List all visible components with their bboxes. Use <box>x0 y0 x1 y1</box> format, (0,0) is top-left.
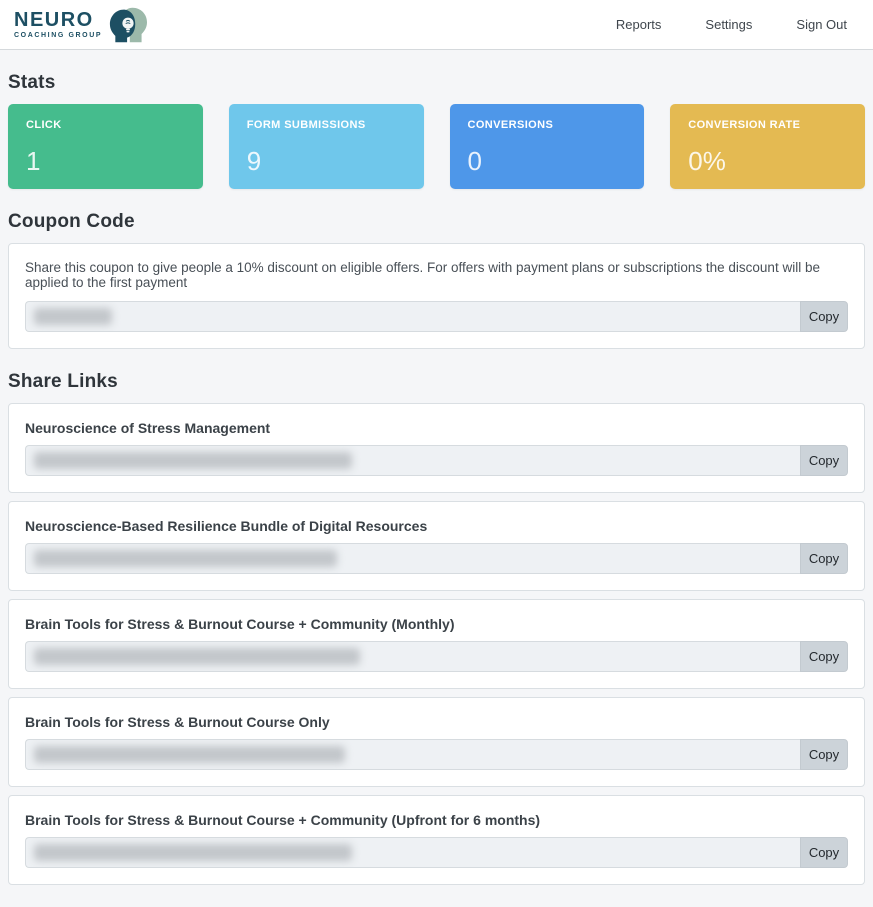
brand-logo[interactable]: NEURO COACHING GROUP <box>14 6 148 44</box>
stats-row: CLICK 1 FORM SUBMISSIONS 9 CONVERSIONS 0… <box>8 104 865 189</box>
blurred-share-url <box>34 550 338 567</box>
page-content: Stats CLICK 1 FORM SUBMISSIONS 9 CONVERS… <box>0 50 873 907</box>
stat-label: CONVERSION RATE <box>688 119 801 131</box>
blurred-share-url <box>34 648 360 665</box>
brand-subtitle: COACHING GROUP <box>14 32 103 39</box>
stat-label: CLICK <box>26 119 62 131</box>
stat-value: 1 <box>26 146 41 176</box>
coupon-copy-button[interactable]: Copy <box>800 301 848 332</box>
coupon-code-input[interactable] <box>25 301 800 332</box>
share-link-card: Brain Tools for Stress & Burnout Course … <box>8 599 865 689</box>
share-links-heading: Share Links <box>8 371 118 392</box>
share-link-copy-button[interactable]: Copy <box>800 641 848 672</box>
share-link-title: Brain Tools for Stress & Burnout Course … <box>25 714 330 730</box>
share-link-card: Brain Tools for Stress & Burnout Course … <box>8 795 865 885</box>
stat-value: 9 <box>246 146 262 176</box>
share-link-title: Neuroscience-Based Resilience Bundle of … <box>25 518 428 534</box>
brand-name: NEURO <box>14 9 94 31</box>
coupon-card: Share this coupon to give people a 10% d… <box>8 243 865 349</box>
stat-card-conversion-rate: CONVERSION RATE 0% <box>670 104 865 189</box>
stat-value: 0% <box>688 146 726 176</box>
stat-label: FORM SUBMISSIONS <box>246 119 366 131</box>
stat-card-form-submissions: FORM SUBMISSIONS 9 <box>228 104 424 189</box>
share-link-title: Brain Tools for Stress & Burnout Course … <box>25 616 455 632</box>
share-link-input[interactable] <box>25 445 800 476</box>
brand-heads-icon <box>110 7 148 42</box>
blurred-coupon-code <box>34 308 112 325</box>
share-link-copy-button[interactable]: Copy <box>800 739 848 770</box>
stat-card-conversions: CONVERSIONS 0 <box>449 104 645 189</box>
share-link-copy-button[interactable]: Copy <box>800 445 848 476</box>
stat-value: 0 <box>467 146 482 176</box>
share-link-input[interactable] <box>25 837 800 868</box>
blurred-share-url <box>34 844 353 861</box>
share-link-card: Neuroscience of Stress Management Copy <box>8 403 865 493</box>
share-link-copy-button[interactable]: Copy <box>800 543 848 574</box>
nav-reports[interactable]: Reports <box>616 17 662 32</box>
share-link-input[interactable] <box>25 641 800 672</box>
nav-settings[interactable]: Settings <box>705 17 752 32</box>
share-link-title: Neuroscience of Stress Management <box>25 420 271 436</box>
stats-heading: Stats <box>8 72 56 93</box>
main-nav: Reports Settings Sign Out <box>616 17 855 32</box>
coupon-heading: Coupon Code <box>8 211 135 232</box>
stat-label: CONVERSIONS <box>467 119 554 131</box>
share-link-title: Brain Tools for Stress & Burnout Course … <box>25 812 541 828</box>
blurred-share-url <box>34 746 345 763</box>
nav-sign-out[interactable]: Sign Out <box>796 17 847 32</box>
share-link-input[interactable] <box>25 739 800 770</box>
share-link-copy-button[interactable]: Copy <box>800 837 848 868</box>
coupon-description: Share this coupon to give people a 10% d… <box>25 260 820 290</box>
share-link-input[interactable] <box>25 543 800 574</box>
blurred-share-url <box>34 452 353 469</box>
stat-card-clicks: CLICK 1 <box>8 104 203 189</box>
header: NEURO COACHING GROUP Reports Settings Si… <box>0 0 873 50</box>
share-link-card: Brain Tools for Stress & Burnout Course … <box>8 697 865 787</box>
share-link-card: Neuroscience-Based Resilience Bundle of … <box>8 501 865 591</box>
